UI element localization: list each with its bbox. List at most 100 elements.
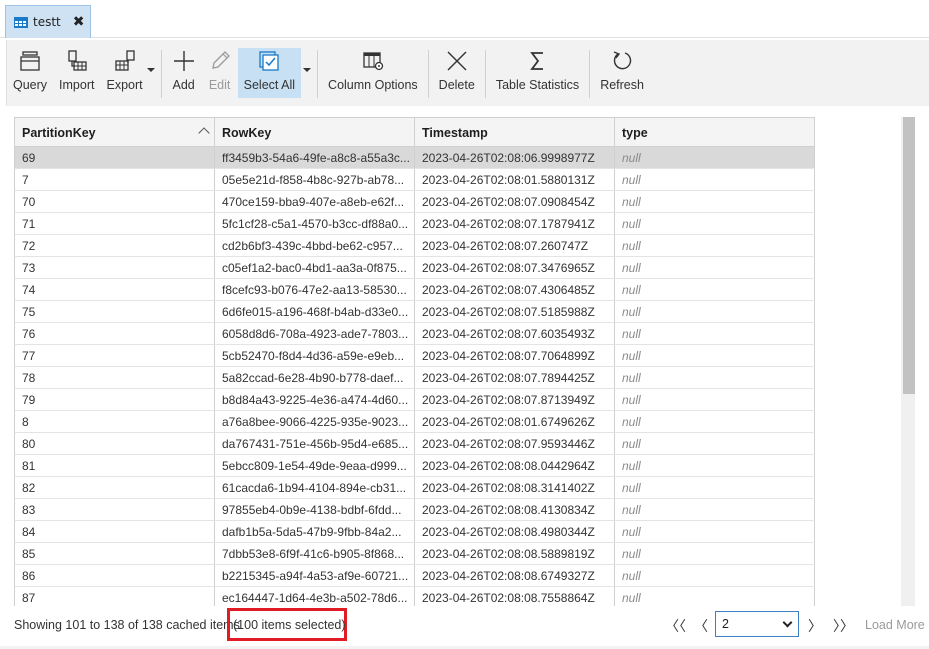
edit-button[interactable]: Edit <box>202 48 238 98</box>
table-row[interactable]: 85 7dbb53e8-6f9f-41c6-b905-8f868... 2023-0… <box>14 543 815 565</box>
export-button[interactable]: Export <box>100 48 144 98</box>
table-cell-rowkey[interactable]: 7dbb53e8-6f9f-41c6-b905-8f868... <box>215 543 415 564</box>
table-cell-type[interactable]: null <box>615 543 815 564</box>
table-cell-rowkey[interactable]: 05e5e21d-f858-4b8c-927b-ab78... <box>215 169 415 190</box>
table-cell-type[interactable]: null <box>615 499 815 520</box>
add-button[interactable]: Add <box>166 48 202 98</box>
table-row[interactable]: 78 5a82ccad-6e28-4b90-b778-daef... 2023-04… <box>14 367 815 389</box>
table-cell-partitionkey[interactable]: 8 <box>15 411 215 432</box>
table-cell-partitionkey[interactable]: 76 <box>15 323 215 344</box>
table-cell-partitionkey[interactable]: 78 <box>15 367 215 388</box>
table-cell-type[interactable]: null <box>615 565 815 586</box>
first-page-button[interactable]: 〈〈 <box>665 616 686 636</box>
table-cell-type[interactable]: null <box>615 213 815 234</box>
table-cell-timestamp[interactable]: 2023-04-26T02:08:08.0442964Z <box>415 455 615 476</box>
table-row[interactable]: 75 6d6fe015-a196-468f-b4ab-d33e0... 2023-0… <box>14 301 815 323</box>
table-cell-type[interactable]: null <box>615 389 815 410</box>
table-cell-rowkey[interactable]: a76a8bee-9066-4225-935e-9023... <box>215 411 415 432</box>
table-cell-timestamp[interactable]: 2023-04-26T02:08:08.6749327Z <box>415 565 615 586</box>
table-cell-type[interactable]: null <box>615 433 815 454</box>
table-cell-rowkey[interactable]: 470ce159-bba9-407e-a8eb-e62f... <box>215 191 415 212</box>
table-cell-type[interactable]: null <box>615 147 815 168</box>
table-row[interactable]: 82 61cacda6-1b94-4104-894e-cb31... 2023-04… <box>14 477 815 499</box>
table-cell-type[interactable]: null <box>615 169 815 190</box>
table-cell-rowkey[interactable]: 5cb52470-f8d4-4d36-a59e-e9eb... <box>215 345 415 366</box>
table-cell-timestamp[interactable]: 2023-04-26T02:08:08.5889819Z <box>415 543 615 564</box>
table-cell-timestamp[interactable]: 2023-04-26T02:08:07.0908454Z <box>415 191 615 212</box>
table-row[interactable]: 80 da767431-751e-456b-95d4-e685... 2023-04… <box>14 433 815 455</box>
table-cell-timestamp[interactable]: 2023-04-26T02:08:08.7558864Z <box>415 587 615 606</box>
table-cell-partitionkey[interactable]: 84 <box>15 521 215 542</box>
table-row[interactable]: 71 5fc1cf28-c5a1-4570-b3cc-df88a0... 2023-… <box>14 213 815 235</box>
last-page-button[interactable]: 〉〉 <box>833 616 854 636</box>
table-cell-rowkey[interactable]: b2215345-a94f-4a53-af9e-60721... <box>215 565 415 586</box>
table-cell-rowkey[interactable]: 5fc1cf28-c5a1-4570-b3cc-df88a0... <box>215 213 415 234</box>
table-cell-timestamp[interactable]: 2023-04-26T02:08:07.8713949Z <box>415 389 615 410</box>
table-cell-partitionkey[interactable]: 79 <box>15 389 215 410</box>
table-cell-rowkey[interactable]: f8cefc93-b076-47e2-aa13-58530... <box>215 279 415 300</box>
table-cell-partitionkey[interactable]: 7 <box>15 169 215 190</box>
table-cell-rowkey[interactable]: b8d84a43-9225-4e36-a474-4d60... <box>215 389 415 410</box>
table-row[interactable]: 84 dafb1b5a-5da5-47b9-9fbb-84a2... 2023-04… <box>14 521 815 543</box>
query-button[interactable]: Query <box>7 48 53 98</box>
table-cell-rowkey[interactable]: dafb1b5a-5da5-47b9-9fbb-84a2... <box>215 521 415 542</box>
table-cell-rowkey[interactable]: cd2b6bf3-439c-4bbd-be62-c957... <box>215 235 415 256</box>
table-cell-rowkey[interactable]: 6058d8d6-708a-4923-ade7-7803... <box>215 323 415 344</box>
table-row[interactable]: 70 470ce159-bba9-407e-a8eb-e62f... 2023-04… <box>14 191 815 213</box>
table-cell-timestamp[interactable]: 2023-04-26T02:08:01.6749626Z <box>415 411 615 432</box>
table-cell-partitionkey[interactable]: 74 <box>15 279 215 300</box>
table-cell-rowkey[interactable]: 6d6fe015-a196-468f-b4ab-d33e0... <box>215 301 415 322</box>
table-cell-type[interactable]: null <box>615 301 815 322</box>
next-page-button[interactable]: 〉 <box>808 616 822 636</box>
table-cell-type[interactable]: null <box>615 191 815 212</box>
table-cell-type[interactable]: null <box>615 345 815 366</box>
select-all-button[interactable]: Select All <box>237 48 302 98</box>
refresh-button[interactable]: Refresh <box>594 48 650 98</box>
table-cell-type[interactable]: null <box>615 279 815 300</box>
vertical-scrollbar[interactable] <box>901 117 915 606</box>
table-cell-timestamp[interactable]: 2023-04-26T02:08:07.1787941Z <box>415 213 615 234</box>
table-row[interactable]: 8 a76a8bee-9066-4225-935e-9023... 2023-04-… <box>14 411 815 433</box>
table-cell-partitionkey[interactable]: 83 <box>15 499 215 520</box>
column-header-partitionkey[interactable]: PartitionKey <box>15 118 215 147</box>
table-cell-rowkey[interactable]: ff3459b3-54a6-49fe-a8c8-a55a3c... <box>215 147 415 168</box>
table-cell-timestamp[interactable]: 2023-04-26T02:08:07.3476965Z <box>415 257 615 278</box>
table-cell-partitionkey[interactable]: 73 <box>15 257 215 278</box>
table-cell-timestamp[interactable]: 2023-04-26T02:08:07.4306485Z <box>415 279 615 300</box>
prev-page-button[interactable]: 〈 <box>694 616 708 636</box>
column-options-button[interactable]: Column Options <box>322 48 424 98</box>
table-cell-timestamp[interactable]: 2023-04-26T02:08:07.9593446Z <box>415 433 615 454</box>
table-cell-rowkey[interactable]: 5ebcc809-1e54-49de-9eaa-d999... <box>215 455 415 476</box>
table-cell-partitionkey[interactable]: 85 <box>15 543 215 564</box>
select-all-dropdown[interactable] <box>301 48 313 106</box>
table-cell-type[interactable]: null <box>615 477 815 498</box>
table-cell-type[interactable]: null <box>615 323 815 344</box>
table-cell-type[interactable]: null <box>615 235 815 256</box>
delete-button[interactable]: Delete <box>433 48 481 98</box>
table-row[interactable]: 74 f8cefc93-b076-47e2-aa13-58530... 2023-0… <box>14 279 815 301</box>
table-cell-rowkey[interactable]: 61cacda6-1b94-4104-894e-cb31... <box>215 477 415 498</box>
table-statistics-button[interactable]: Table Statistics <box>490 48 585 98</box>
table-cell-type[interactable]: null <box>615 411 815 432</box>
table-row[interactable]: 69 ff3459b3-54a6-49fe-a8c8-a55a3c... 2023-… <box>14 147 815 169</box>
close-icon[interactable]: ✖ <box>73 14 85 30</box>
table-row[interactable]: 81 5ebcc809-1e54-49de-9eaa-d999... 2023-04… <box>14 455 815 477</box>
table-row[interactable]: 73 c05ef1a2-bac0-4bd1-aa3a-0f875... 2023-0… <box>14 257 815 279</box>
table-cell-partitionkey[interactable]: 87 <box>15 587 215 606</box>
table-cell-type[interactable]: null <box>615 257 815 278</box>
table-cell-partitionkey[interactable]: 80 <box>15 433 215 454</box>
table-cell-timestamp[interactable]: 2023-04-26T02:08:07.260747Z <box>415 235 615 256</box>
table-cell-timestamp[interactable]: 2023-04-26T02:08:01.5880131Z <box>415 169 615 190</box>
table-cell-rowkey[interactable]: da767431-751e-456b-95d4-e685... <box>215 433 415 454</box>
table-cell-timestamp[interactable]: 2023-04-26T02:08:08.4130834Z <box>415 499 615 520</box>
table-cell-partitionkey[interactable]: 72 <box>15 235 215 256</box>
table-cell-type[interactable]: null <box>615 455 815 476</box>
column-header-type[interactable]: type <box>615 118 815 147</box>
table-cell-partitionkey[interactable]: 82 <box>15 477 215 498</box>
tab-testt[interactable]: testt ✖ <box>5 5 91 38</box>
table-row[interactable]: 87 ec164447-1d64-4e3b-a502-78d6... 2023-04… <box>14 587 815 606</box>
table-cell-timestamp[interactable]: 2023-04-26T02:08:07.7894425Z <box>415 367 615 388</box>
table-cell-rowkey[interactable]: 97855eb4-0b9e-4138-bdbf-6fdd... <box>215 499 415 520</box>
column-header-timestamp[interactable]: Timestamp <box>415 118 615 147</box>
table-cell-partitionkey[interactable]: 81 <box>15 455 215 476</box>
